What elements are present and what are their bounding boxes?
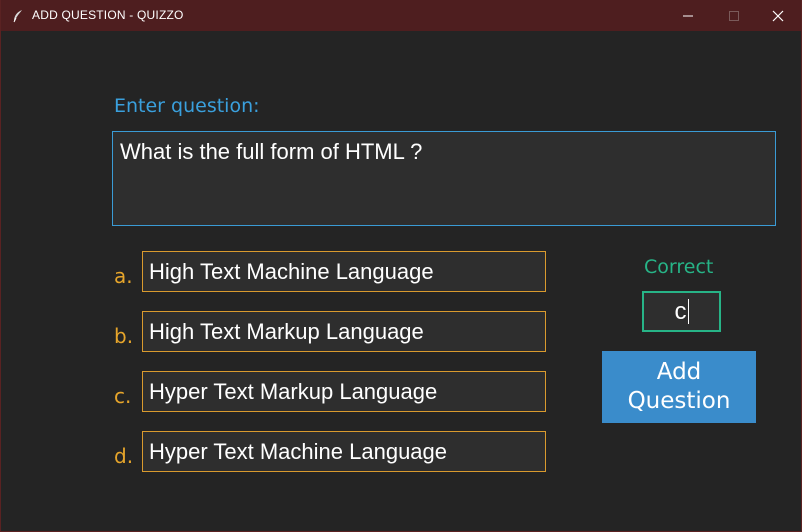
window-title: ADD QUESTION - QUIZZO [32, 8, 184, 22]
correct-label: Correct [644, 256, 714, 278]
minimize-button[interactable] [665, 0, 711, 31]
maximize-icon [729, 11, 739, 21]
option-c-input[interactable]: Hyper Text Markup Language [142, 371, 546, 412]
option-d-letter: d. [114, 444, 134, 468]
correct-answer-input[interactable]: c [642, 291, 721, 332]
option-b-input[interactable]: High Text Markup Language [142, 311, 546, 352]
correct-answer-value: c [674, 298, 687, 325]
title-bar[interactable]: ADD QUESTION - QUIZZO [1, 0, 801, 31]
add-question-button[interactable]: Add Question [602, 351, 756, 423]
minimize-icon [683, 15, 693, 17]
option-a-input[interactable]: High Text Machine Language [142, 251, 546, 292]
question-input[interactable]: What is the full form of HTML ? [112, 131, 776, 226]
option-b-letter: b. [114, 324, 134, 348]
maximize-button[interactable] [711, 0, 757, 31]
close-button[interactable] [755, 0, 801, 31]
add-question-window: ADD QUESTION - QUIZZO Enter question: Wh… [0, 0, 802, 532]
question-label: Enter question: [114, 95, 260, 117]
option-d-input[interactable]: Hyper Text Machine Language [142, 431, 546, 472]
feather-icon [11, 8, 25, 23]
option-c-letter: c. [114, 384, 132, 408]
option-a-letter: a. [114, 264, 133, 288]
close-icon [772, 10, 784, 22]
text-caret [687, 299, 689, 324]
